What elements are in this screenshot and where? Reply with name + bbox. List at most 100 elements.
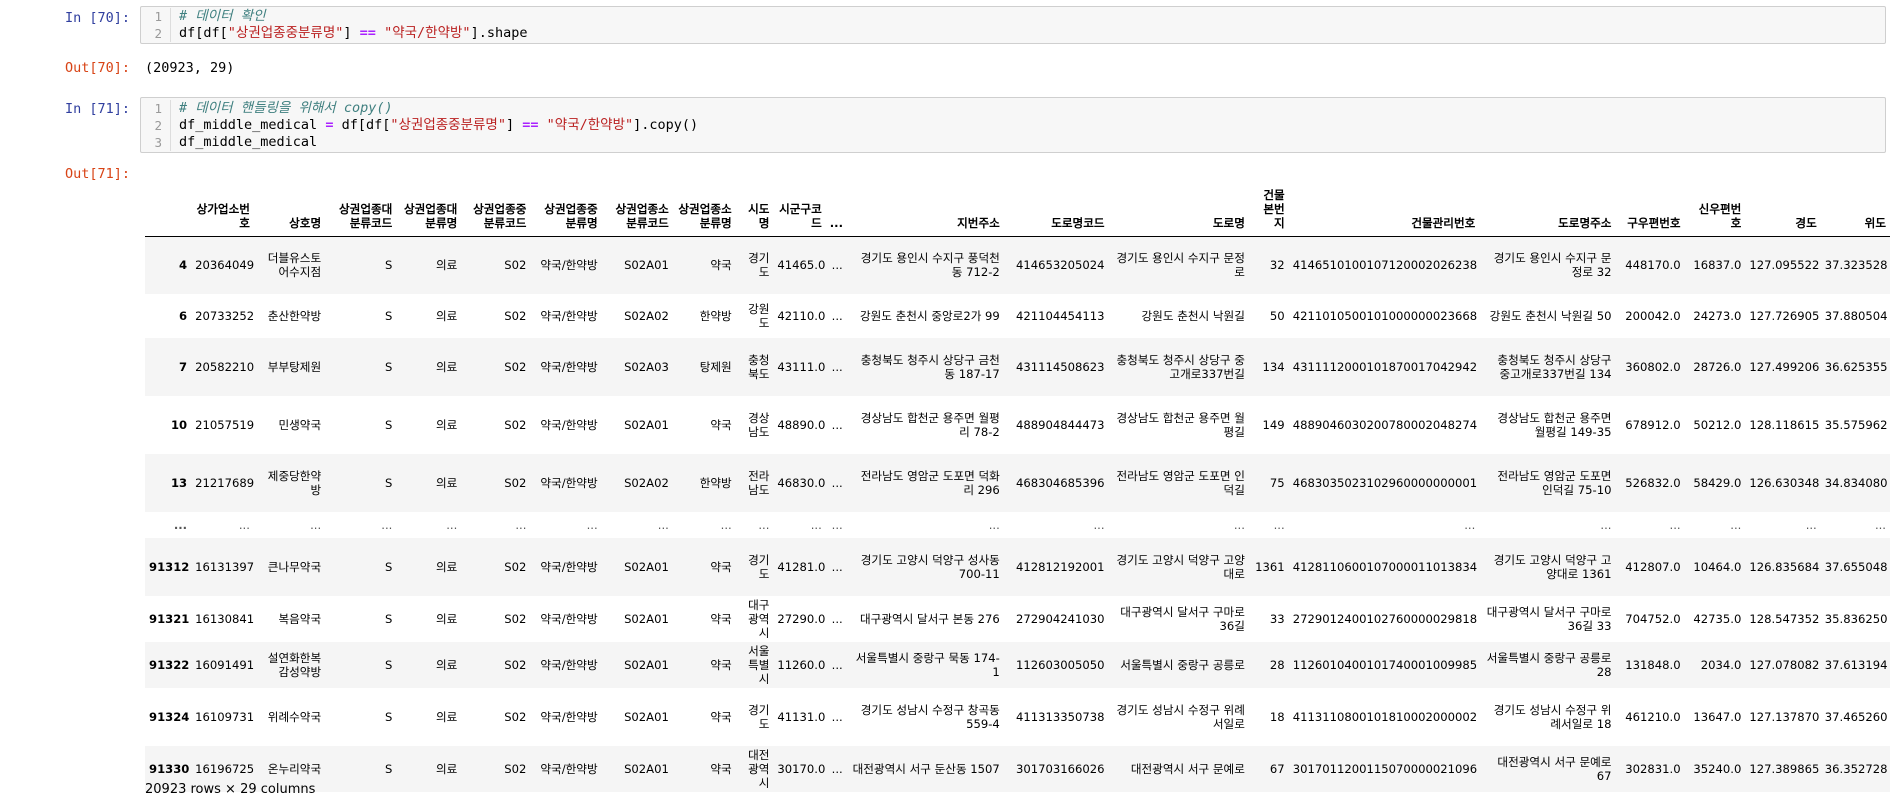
table-cell: 의료 xyxy=(435,418,458,432)
table-cell: 128.118615 xyxy=(1749,418,1820,432)
table-row: 7 20582210 부부탕제원 S 의료 S02 약국/한약방 S02A03 탕제원 충청북도 4… xyxy=(145,338,1890,396)
table-cell: 2729012400102760000029818 xyxy=(1292,612,1478,626)
table-cell: ... xyxy=(831,418,843,432)
row-index: 91312 xyxy=(149,560,190,574)
table-cell: 경기도 용인시 수지구 풍덕천동 712-2 xyxy=(860,251,1000,280)
table-cell: 127.095522 xyxy=(1749,258,1820,273)
table-cell: 41131.0 xyxy=(777,710,826,724)
table-cell: 42735.0 xyxy=(1693,612,1742,626)
table-cell: 112603005050 xyxy=(1016,658,1105,672)
table-cell: 75 xyxy=(1269,476,1285,490)
column-header: 시도명 xyxy=(735,180,774,237)
dataframe-output: 상가업소번호 상호명 상권업종대분류코드 상권업종대분류명 상권업종중분류코드 상권업종중… xyxy=(145,180,1890,792)
table-cell: 대구광역시 xyxy=(748,598,770,640)
code-line: 2 df_middle_medical = df[df["상권업종중분류명"] … xyxy=(141,117,1885,134)
table-cell: 대구광역시 달서구 구마로36길 33 xyxy=(1486,605,1612,633)
code-line: 2 df[df["상권업종중분류명"] == "약국/한약방"].shape xyxy=(141,25,1885,42)
table-cell: ... xyxy=(831,560,843,574)
code-editor-71[interactable]: 1 # 데이터 핸들링을 위해서 copy() 2 df_middle_medi… xyxy=(140,97,1886,153)
table-cell: 약국 xyxy=(710,658,732,672)
table-cell: 4311112000101870017042942 xyxy=(1292,360,1478,374)
code-token: df[df[ xyxy=(333,117,391,133)
column-header: 건물본번지 xyxy=(1248,180,1289,237)
table-cell: 경상남도 합천군 용주면 월평길 149-35 xyxy=(1497,411,1612,439)
table-cell: 경기도 성남시 수정구 창곡동 559-4 xyxy=(860,703,1000,731)
table-row: 10 21057519 민생약국 S 의료 S02 약국/한약방 S02A01 약국 경상남도 48… xyxy=(145,396,1890,454)
table-cell: 526832.0 xyxy=(1625,476,1681,490)
row-index: 91321 xyxy=(149,612,190,626)
table-cell: 37.323528 xyxy=(1824,258,1888,273)
code-token: ].shape xyxy=(470,25,528,41)
table-cell: ... xyxy=(1464,518,1476,532)
table-cell: 의료 xyxy=(435,360,458,374)
table-cell: ... xyxy=(831,258,843,273)
table-cell: 경상남도 합천군 용주면 월평길 xyxy=(1116,411,1245,439)
table-cell: S xyxy=(385,418,393,432)
table-cell: 경기도 고양시 덕양구 성사동 700-11 xyxy=(860,553,1000,581)
table-cell: 의료 xyxy=(435,476,458,490)
table-cell: 28 xyxy=(1269,658,1285,672)
table-cell: 678912.0 xyxy=(1625,418,1681,432)
table-cell: 16837.0 xyxy=(1693,258,1742,273)
table-cell: 35.836250 xyxy=(1824,612,1888,626)
table-cell: 128.547352 xyxy=(1749,612,1820,626)
line-number: 2 xyxy=(141,117,171,134)
code-token: df_middle_medical xyxy=(179,134,318,150)
table-cell: 412807.0 xyxy=(1625,560,1681,574)
table-cell: 강원도 춘천시 낙원길 xyxy=(1141,309,1245,323)
column-header: 상권업종중분류명 xyxy=(530,180,602,237)
table-cell: S xyxy=(385,710,393,724)
table-cell: 13647.0 xyxy=(1693,710,1742,724)
table-cell: S02 xyxy=(504,560,527,574)
table-cell: 11260.0 xyxy=(777,658,826,672)
table-cell: 민생약국 xyxy=(278,418,322,432)
table-cell: 4113110800101810002000002 xyxy=(1292,710,1478,724)
table-cell: 1126010400101740001009985 xyxy=(1292,658,1478,672)
table-cell: 약국/한약방 xyxy=(540,418,598,432)
code-editor-70[interactable]: 1 # 데이터 확인 2 df[df["상권업종중분류명"] == "약국/한약… xyxy=(140,6,1886,44)
code-string: "상권업종중분류명" xyxy=(227,25,344,41)
table-cell: 468304685396 xyxy=(1016,476,1105,490)
table-cell: 4211010500101000000023668 xyxy=(1292,309,1478,323)
table-cell: 131848.0 xyxy=(1625,658,1681,672)
table-cell: S02A01 xyxy=(624,658,669,672)
table-cell: 서울특별시 중랑구 묵동 174-1 xyxy=(855,651,1000,679)
table-cell: 16091491 xyxy=(195,658,254,672)
table-cell: 큰나무약국 xyxy=(267,560,322,574)
table-cell: 약국/한약방 xyxy=(540,258,598,273)
table-cell: S02 xyxy=(504,309,527,323)
table-cell: 27290.0 xyxy=(777,612,826,626)
table-cell: 21057519 xyxy=(195,418,254,432)
table-cell: 전라남도 영암군 도포면 인덕길 xyxy=(1116,469,1245,497)
table-cell: S02A01 xyxy=(624,612,669,626)
table-cell: S02A01 xyxy=(624,560,669,574)
table-cell: 30170.0 xyxy=(777,762,826,776)
table-cell: 약국/한약방 xyxy=(540,762,598,776)
column-header: 시군구코드 xyxy=(773,180,826,237)
column-header: 건물관리번호 xyxy=(1288,180,1480,237)
dataframe-shape-note: 20923 rows × 29 columns xyxy=(145,782,316,797)
code-comment: # 데이터 확인 xyxy=(179,8,266,24)
table-cell: S xyxy=(385,560,393,574)
table-cell: 강원도 춘천시 낙원길 50 xyxy=(1489,309,1612,323)
table-cell: 488904844473 xyxy=(1016,418,1105,432)
code-operator: == xyxy=(522,117,539,133)
dataframe-table: 상가업소번호 상호명 상권업종대분류코드 상권업종대분류명 상권업종중분류코드 상권업종중… xyxy=(145,180,1890,792)
column-header: 상권업종대분류코드 xyxy=(325,180,397,237)
table-cell: 4146510100107120002026238 xyxy=(1292,258,1478,273)
column-header: 도로명주소 xyxy=(1479,180,1616,237)
table-cell: 360802.0 xyxy=(1625,360,1681,374)
table-cell: ... xyxy=(310,518,322,532)
table-cell: S xyxy=(385,612,393,626)
table-cell: 강원도 xyxy=(748,302,770,330)
column-header: 상가업소번호 xyxy=(191,180,254,237)
table-cell: 대구광역시 달서구 구마로36길 xyxy=(1120,605,1245,633)
table-cell: 36.352728 xyxy=(1824,762,1888,776)
table-cell: 16130841 xyxy=(195,612,254,626)
table-cell: 448170.0 xyxy=(1625,258,1681,273)
table-cell: 경기도 고양시 덕양구 고양대로 xyxy=(1116,553,1245,581)
column-header: 위도 xyxy=(1820,180,1890,237)
table-cell: ... xyxy=(1805,518,1817,532)
table-cell: 67 xyxy=(1269,762,1285,776)
table-cell: 전라남도 영암군 도포면 인덕길 75-10 xyxy=(1497,469,1612,497)
